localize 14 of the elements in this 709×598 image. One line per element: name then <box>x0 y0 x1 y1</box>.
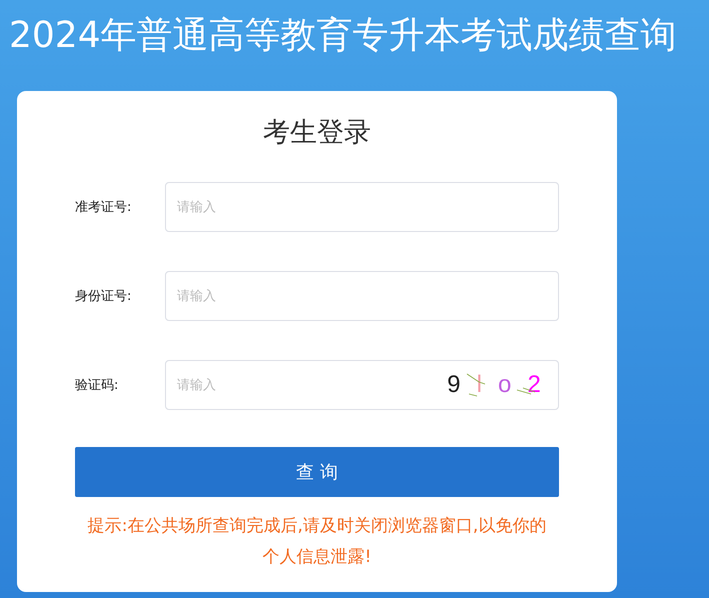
input-field[interactable]: 请输入 <box>165 271 559 321</box>
field-label: 准考证号: <box>75 199 132 216</box>
input-field[interactable]: 请输入 <box>165 182 559 232</box>
captcha-character: o <box>498 371 512 399</box>
notice-text: 提示:在公共场所查询完成后,请及时关闭浏览器窗口,以免你的个人信息泄露! <box>86 515 548 569</box>
field-label: 验证码: <box>75 377 120 394</box>
captcha-image[interactable]: 9 l o 2 <box>439 368 549 402</box>
captcha-character: 9 <box>447 371 460 399</box>
field-label: 身份证号: <box>75 288 132 305</box>
login-title: 考生登录 <box>262 116 372 150</box>
captcha-character: l <box>476 371 482 399</box>
page-title: 2024年普通高等教育专升本考试成绩查询 <box>8 14 677 58</box>
query-button[interactable]: 查 询 <box>75 447 559 497</box>
captcha-character: 2 <box>528 371 541 399</box>
